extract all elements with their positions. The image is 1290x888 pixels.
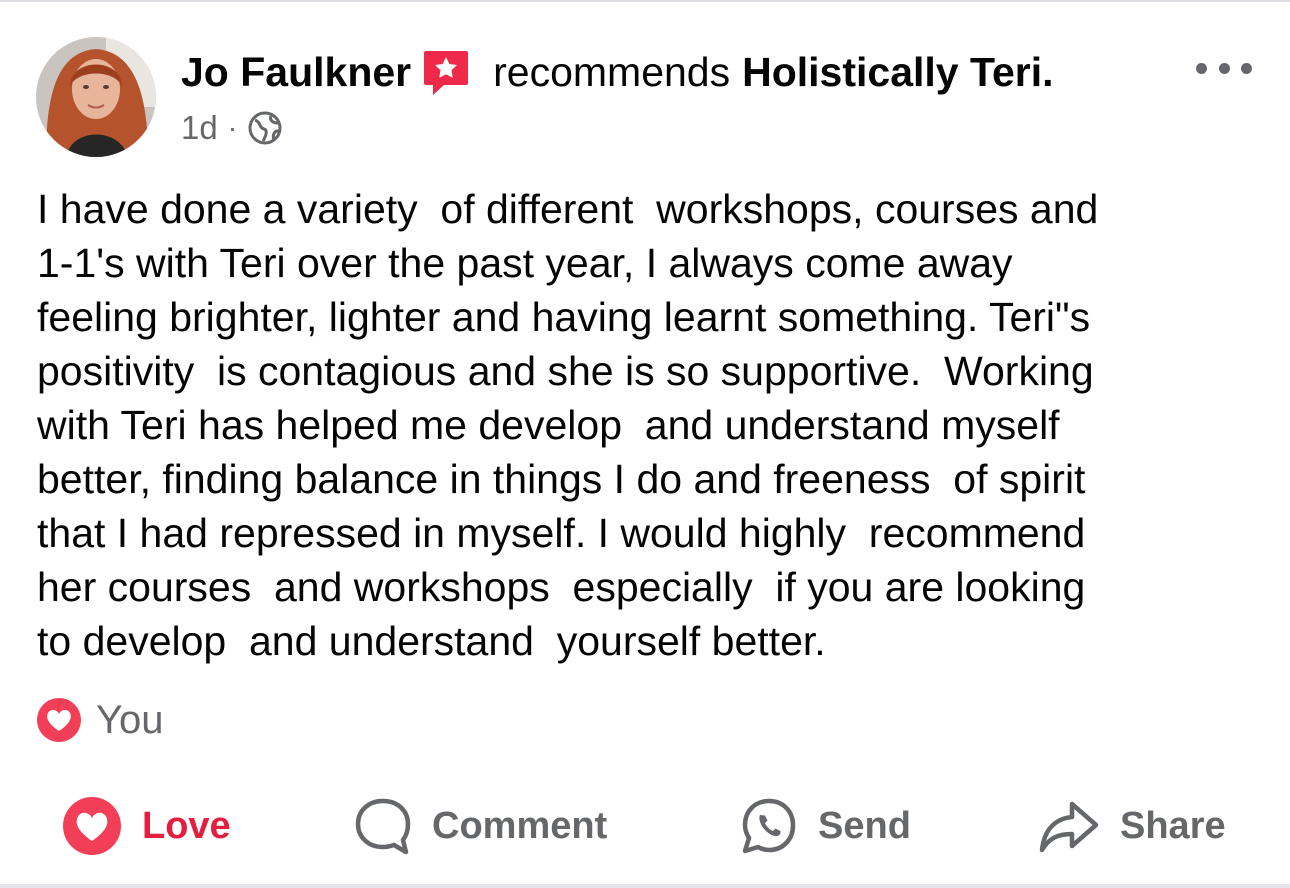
more-options-button[interactable] <box>1196 54 1252 82</box>
more-dot-icon <box>1196 62 1207 74</box>
share-label: Share <box>1120 804 1226 847</box>
share-button[interactable]: Share <box>1038 790 1226 862</box>
bottom-divider <box>0 884 1290 888</box>
recommend-badge-icon <box>423 47 469 97</box>
more-dot-icon <box>1218 62 1230 74</box>
more-dot-icon <box>1241 62 1252 74</box>
post-text-line: 1-1's with Teri over the past year, I al… <box>37 240 1013 286</box>
post-meta: 1d · <box>181 106 283 150</box>
send-button[interactable]: Send <box>740 790 911 862</box>
post-text-line: positivity is contagious and she is so s… <box>37 348 1094 394</box>
post-text-line: better, finding balance in things I do a… <box>37 456 1086 502</box>
recommends-text: recommends <box>493 48 731 95</box>
love-heart-icon <box>62 796 122 856</box>
comment-label: Comment <box>432 804 608 847</box>
top-divider <box>0 0 1290 2</box>
post-header: Jo Faulkner recommends Holistically Teri… <box>181 44 1054 100</box>
post-time[interactable]: 1d <box>181 109 218 147</box>
page-name-link[interactable]: Holistically Teri. <box>742 49 1053 96</box>
post-text-line: with Teri has helped me develop and unde… <box>37 402 1060 448</box>
reaction-names: You <box>96 697 164 742</box>
post-body: I have done a variety of different works… <box>37 182 1257 668</box>
action-bar: Love Comment Send Share <box>0 790 1290 862</box>
globe-icon[interactable] <box>247 110 283 146</box>
post-text-line: that I had repressed in myself. I would … <box>37 510 1086 556</box>
love-label: Love <box>142 804 231 847</box>
author-name[interactable]: Jo Faulkner <box>181 49 411 96</box>
comment-button[interactable]: Comment <box>354 790 607 862</box>
whatsapp-icon <box>740 796 798 856</box>
heart-icon <box>36 697 82 743</box>
share-arrow-icon <box>1038 796 1100 856</box>
post-text-line: her courses and workshops especially if … <box>37 564 1086 610</box>
reaction-summary[interactable]: You <box>36 697 164 743</box>
love-button[interactable]: Love <box>62 790 231 862</box>
post-text-line: I have done a variety of different works… <box>37 186 1099 232</box>
post-text-line: to develop and understand yourself bette… <box>37 618 826 664</box>
meta-separator: · <box>227 112 238 143</box>
post-text-line: feeling brighter, lighter and having lea… <box>37 294 1091 340</box>
author-avatar[interactable] <box>36 37 156 157</box>
send-label: Send <box>818 804 911 847</box>
comment-bubble-icon <box>354 796 412 856</box>
